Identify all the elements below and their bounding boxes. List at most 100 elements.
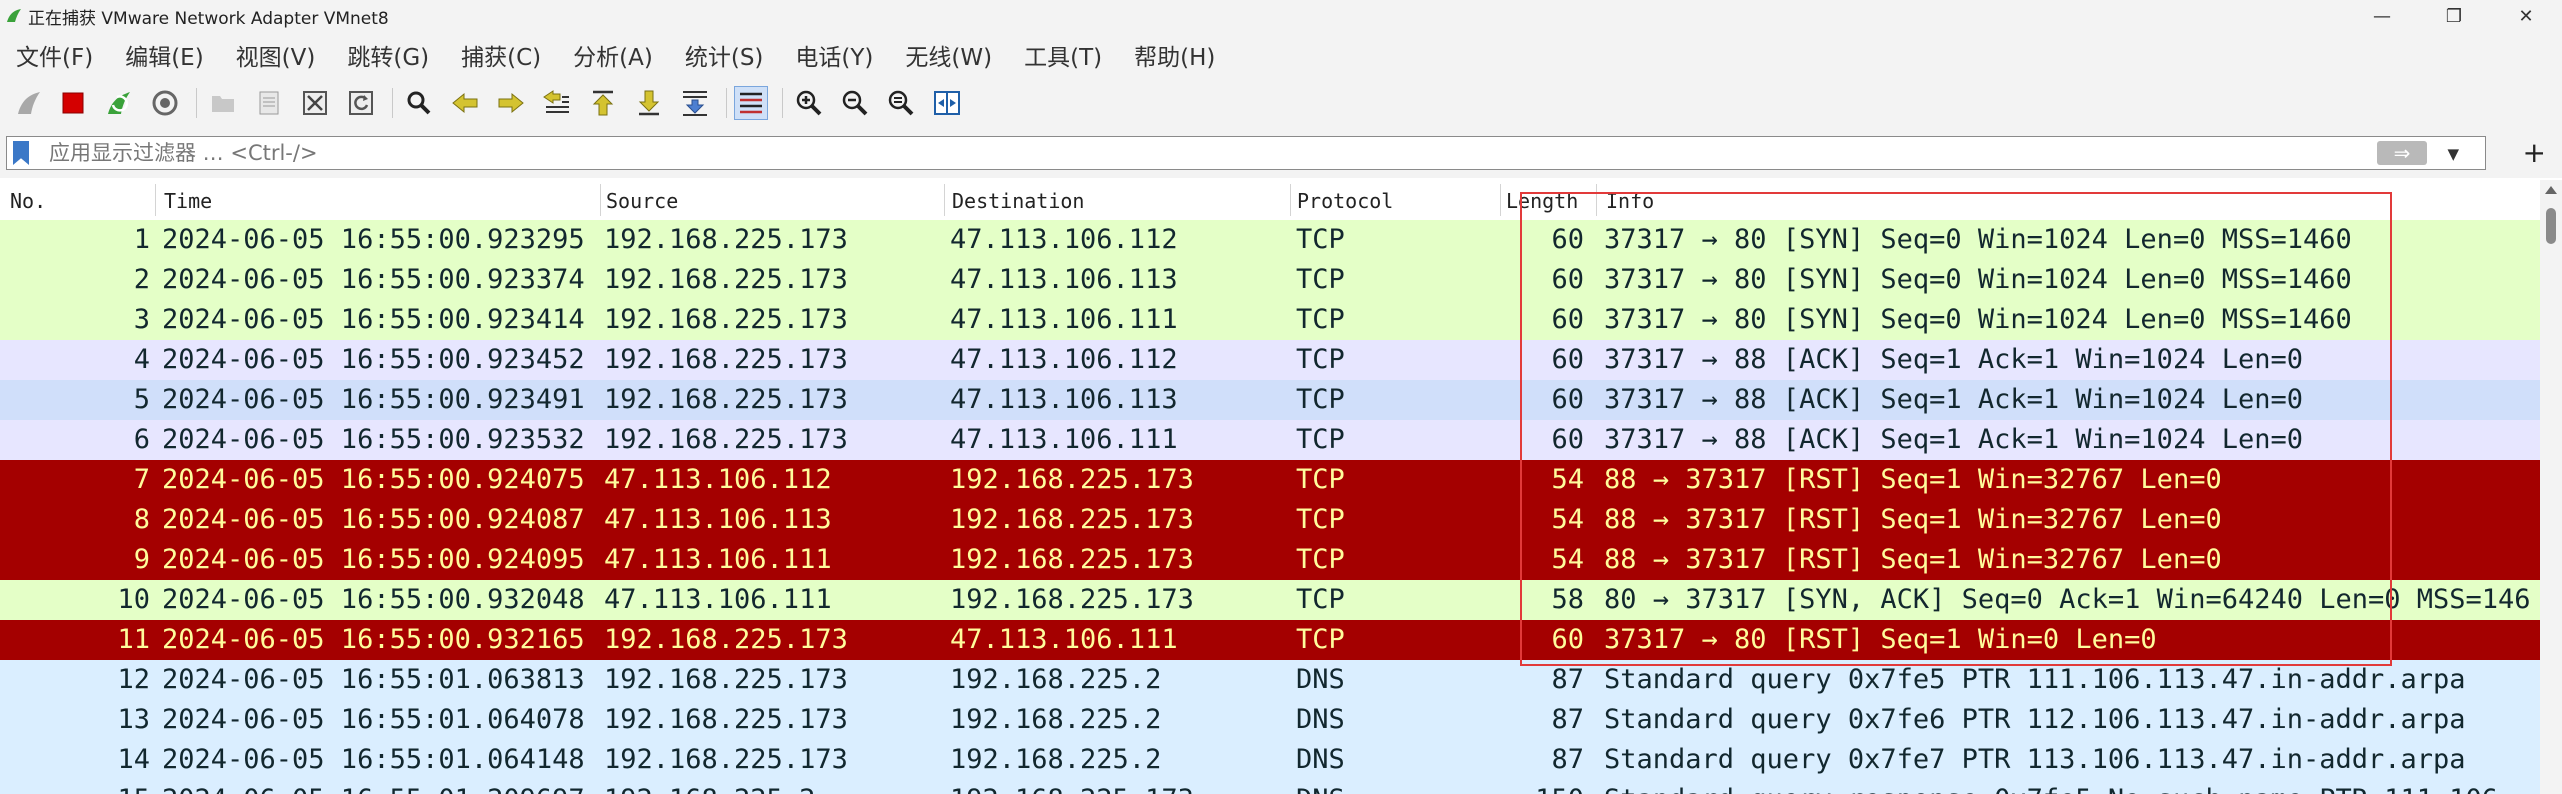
window-controls: — ❐ ✕ — [2346, 0, 2562, 32]
packet-source: 47.113.106.111 — [604, 544, 832, 575]
close-button[interactable]: ✕ — [2490, 0, 2562, 32]
packet-row[interactable]: 6 2024-06-05 16:55:00.923532 192.168.225.1… — [0, 420, 2540, 460]
restore-button[interactable]: ❐ — [2418, 0, 2490, 32]
packet-source: 192.168.225.173 — [604, 664, 848, 695]
column-header-info[interactable]: Info — [1606, 180, 1806, 220]
column-header-source[interactable]: Source — [606, 180, 936, 220]
first-packet-icon[interactable] — [586, 86, 620, 120]
last-packet-icon[interactable] — [632, 86, 666, 120]
zoom-reset-icon[interactable] — [884, 86, 918, 120]
packet-length: 87 — [1551, 704, 1584, 735]
packet-row-selected[interactable]: 5 2024-06-05 16:55:00.923491 192.168.225.1… — [0, 380, 2540, 420]
packet-source: 192.168.225.173 — [604, 224, 848, 255]
packet-row[interactable]: 4 2024-06-05 16:55:00.923452 192.168.225.1… — [0, 340, 2540, 380]
packet-destination: 47.113.106.112 — [950, 224, 1178, 255]
goto-packet-icon[interactable] — [540, 86, 574, 120]
menu-edit[interactable]: 编辑(E) — [109, 38, 219, 72]
resize-columns-icon[interactable] — [930, 86, 964, 120]
packet-time: 2024-06-05 16:55:00.924075 — [162, 464, 585, 495]
column-divider[interactable] — [600, 184, 601, 216]
packet-row[interactable]: 3 2024-06-05 16:55:00.923414 192.168.225.1… — [0, 300, 2540, 340]
packet-destination: 192.168.225.173 — [950, 780, 1290, 794]
column-divider[interactable] — [155, 184, 156, 216]
back-arrow-icon[interactable] — [448, 86, 482, 120]
packet-protocol: TCP — [1296, 304, 1345, 335]
menu-wireless[interactable]: 无线(W) — [889, 38, 1008, 72]
packet-no: 1 — [133, 224, 150, 255]
search-icon[interactable] — [402, 86, 436, 120]
reload-icon[interactable] — [344, 86, 378, 120]
menu-help[interactable]: 帮助(H) — [1118, 38, 1231, 72]
menu-view[interactable]: 视图(V) — [220, 38, 332, 72]
packet-protocol: TCP — [1296, 264, 1345, 295]
autoscroll-icon[interactable] — [678, 86, 712, 120]
menu-tools[interactable]: 工具(T) — [1008, 38, 1118, 72]
packet-row[interactable]: 8 2024-06-05 16:55:00.924087 47.113.106.11… — [0, 500, 2540, 540]
packet-row[interactable]: 15 2024-06-05 16:55:01.209697 192.168.225.… — [0, 780, 2540, 794]
packet-list-scrollbar[interactable] — [2540, 180, 2562, 794]
column-header-protocol[interactable]: Protocol — [1297, 180, 1497, 220]
column-divider[interactable] — [944, 184, 945, 216]
menu-analyze[interactable]: 分析(A) — [557, 38, 669, 72]
column-divider[interactable] — [1290, 184, 1291, 216]
column-header-time[interactable]: Time — [164, 180, 594, 220]
restart-icon[interactable] — [102, 86, 136, 120]
packet-row[interactable]: 7 2024-06-05 16:55:00.924075 47.113.106.11… — [0, 460, 2540, 500]
packet-row[interactable]: 1 2024-06-05 16:55:00.923295 192.168.225.1… — [0, 220, 2540, 260]
column-header-no[interactable]: No. — [10, 180, 150, 220]
colorize-icon[interactable] — [734, 86, 768, 120]
add-filter-button[interactable]: + — [2523, 136, 2546, 170]
packet-time: 2024-06-05 16:55:01.064078 — [162, 704, 585, 735]
scrollbar-thumb[interactable] — [2546, 208, 2556, 244]
packet-destination: 47.113.106.111 — [950, 424, 1178, 455]
display-filter-input[interactable] — [49, 137, 2349, 169]
stop-icon[interactable] — [56, 86, 90, 120]
column-header-length[interactable]: Length — [1506, 180, 1586, 220]
packet-no: 8 — [133, 504, 150, 535]
packet-row[interactable]: 13 2024-06-05 16:55:01.064078 192.168.225.… — [0, 700, 2540, 740]
packet-row[interactable]: 9 2024-06-05 16:55:00.924095 47.113.106.11… — [0, 540, 2540, 580]
bookmark-icon[interactable] — [13, 141, 29, 165]
menu-file[interactable]: 文件(F) — [0, 38, 109, 72]
packet-destination: 192.168.225.2 — [950, 704, 1162, 735]
packet-protocol: TCP — [1296, 224, 1345, 255]
menu-capture[interactable]: 捕获(C) — [445, 38, 557, 72]
packet-length: 58 — [1551, 584, 1584, 615]
toolbar-separator — [782, 88, 783, 118]
packet-row[interactable]: 2 2024-06-05 16:55:00.923374 192.168.225.1… — [0, 260, 2540, 300]
packet-length: 150 — [1504, 780, 1584, 794]
packet-row[interactable]: 12 2024-06-05 16:55:01.063813 192.168.225.… — [0, 660, 2540, 700]
capture-options-icon[interactable] — [148, 86, 182, 120]
scroll-up-icon[interactable] — [2545, 186, 2557, 194]
packet-row[interactable]: 10 2024-06-05 16:55:00.932048 47.113.106.1… — [0, 580, 2540, 620]
menu-telephony[interactable]: 电话(Y) — [779, 38, 889, 72]
file-icon[interactable] — [252, 86, 286, 120]
main-toolbar — [0, 78, 2562, 128]
column-divider[interactable] — [1596, 184, 1597, 216]
column-divider[interactable] — [1500, 184, 1501, 216]
shark-fin-icon[interactable] — [12, 86, 46, 120]
close-file-icon[interactable] — [298, 86, 332, 120]
open-folder-icon[interactable] — [206, 86, 240, 120]
apply-filter-button[interactable]: ⇒ — [2377, 141, 2427, 165]
packet-length: 60 — [1551, 624, 1584, 655]
packet-list: No. Time Source Destination Protocol Len… — [0, 180, 2562, 794]
packet-time: 2024-06-05 16:55:00.932048 — [162, 584, 585, 615]
zoom-in-icon[interactable] — [792, 86, 826, 120]
minimize-button[interactable]: — — [2346, 0, 2418, 32]
column-header-destination[interactable]: Destination — [952, 180, 1282, 220]
packet-row[interactable]: 14 2024-06-05 16:55:01.064148 192.168.225.… — [0, 740, 2540, 780]
chevron-down-icon[interactable]: ▼ — [2447, 145, 2459, 163]
packet-time: 2024-06-05 16:55:00.923452 — [162, 344, 585, 375]
packet-no: 6 — [133, 424, 150, 455]
menu-statistics[interactable]: 统计(S) — [669, 38, 780, 72]
packet-destination: 192.168.225.173 — [950, 584, 1194, 615]
packet-source: 192.168.225.173 — [604, 704, 848, 735]
packet-protocol: TCP — [1296, 344, 1345, 375]
wireshark-capturing-icon — [7, 9, 21, 22]
packet-row[interactable]: 11 2024-06-05 16:55:00.932165 192.168.225.… — [0, 620, 2540, 660]
menu-go[interactable]: 跳转(G) — [331, 38, 445, 72]
forward-arrow-icon[interactable] — [494, 86, 528, 120]
packet-info: 37317 → 80 [SYN] Seq=0 Win=1024 Len=0 MS… — [1604, 264, 2352, 295]
zoom-out-icon[interactable] — [838, 86, 872, 120]
